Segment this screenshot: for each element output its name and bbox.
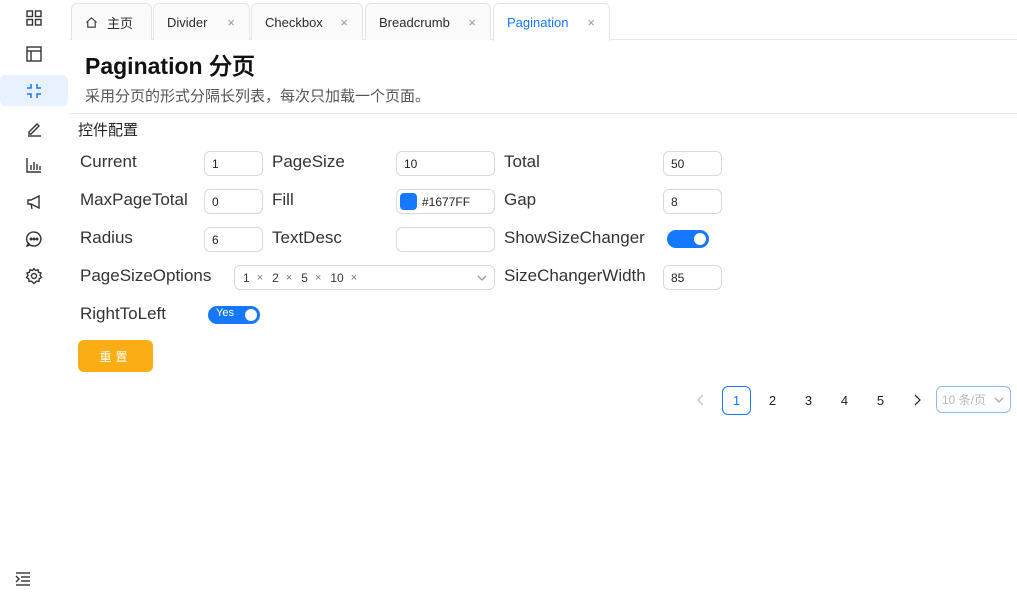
option-tag: 1 × <box>243 271 263 285</box>
chevron-right-icon[interactable] <box>910 393 924 407</box>
pagesizeoptions-select[interactable]: 1 × 2 × 5 × 10 × <box>234 265 495 290</box>
textdesc-label: TextDesc <box>272 228 342 247</box>
chevron-left-icon[interactable] <box>694 393 708 407</box>
fill-color-value: #1677FF <box>422 194 471 209</box>
switch-text: Yes <box>216 307 234 319</box>
grid-icon <box>26 9 42 26</box>
tab-home[interactable]: 主页 <box>71 3 152 40</box>
righttoleft-switch[interactable]: Yes <box>208 306 260 324</box>
close-icon[interactable]: × <box>587 15 595 30</box>
fill-color-picker[interactable]: #1677FF <box>396 189 495 214</box>
chevron-down-icon <box>477 275 487 281</box>
close-icon[interactable]: × <box>468 15 476 30</box>
pagesize-label: PageSize <box>272 152 345 171</box>
gear-icon <box>25 266 43 284</box>
pagesize-input[interactable]: 10 <box>396 151 495 176</box>
sidebar <box>0 0 70 598</box>
tag-label: 10 <box>330 270 344 285</box>
sidebar-item-notice[interactable] <box>0 186 68 217</box>
close-icon[interactable]: × <box>227 15 235 30</box>
bar-chart-icon <box>26 157 41 173</box>
page-item[interactable]: 5 <box>866 386 895 415</box>
section-label: 控件配置 <box>78 122 139 139</box>
tag-label: 2 <box>272 270 279 285</box>
total-input[interactable]: 50 <box>663 151 722 176</box>
reset-button[interactable]: 重置 <box>78 340 153 372</box>
tab-checkbox[interactable]: Checkbox × <box>251 3 363 40</box>
sidebar-item-navigation[interactable] <box>0 75 68 106</box>
showsizechanger-switch[interactable] <box>667 230 709 248</box>
gap-label: Gap <box>504 190 537 209</box>
current-input[interactable]: 1 <box>204 151 263 176</box>
sidebar-item-chart[interactable] <box>0 149 68 180</box>
tag-label: 5 <box>301 270 308 285</box>
tab-bar: 主页 Divider × Checkbox × Breadcrumb × Pag… <box>70 0 1017 41</box>
chevron-down-icon <box>994 397 1004 403</box>
switch-knob <box>245 309 257 321</box>
option-tag: 10 × <box>330 271 357 285</box>
tab-divider[interactable]: Divider × <box>153 3 250 40</box>
radius-label: Radius <box>80 228 133 247</box>
edit-icon <box>28 122 41 137</box>
page-item[interactable]: 3 <box>794 386 823 415</box>
color-swatch <box>400 193 417 210</box>
home-icon <box>86 16 97 28</box>
chat-icon <box>25 230 42 247</box>
page-size-value: 10 条/页 <box>942 393 987 407</box>
page-item[interactable]: 4 <box>830 386 859 415</box>
total-label: Total <box>504 152 540 171</box>
tab-label: Divider <box>167 14 208 30</box>
sidebar-item-layout[interactable] <box>0 38 68 69</box>
sidebar-item-settings[interactable] <box>0 260 68 291</box>
textdesc-input[interactable] <box>396 227 495 252</box>
radius-input[interactable]: 6 <box>204 227 263 252</box>
current-label: Current <box>80 152 137 171</box>
page-title: Pagination 分页 <box>85 53 255 79</box>
sidebar-item-dashboard[interactable] <box>0 2 68 33</box>
sidebar-item-form[interactable] <box>0 112 68 143</box>
page-item[interactable]: 2 <box>758 386 787 415</box>
close-icon[interactable]: × <box>286 272 292 284</box>
sidebar-item-feedback[interactable] <box>0 223 68 254</box>
sizechangerwidth-label: SizeChangerWidth <box>504 266 646 285</box>
showsizechanger-label: ShowSizeChanger <box>504 228 645 247</box>
close-icon[interactable]: × <box>315 272 321 284</box>
pagesizeoptions-label: PageSizeOptions <box>80 266 212 285</box>
close-icon[interactable]: × <box>257 272 263 284</box>
fill-label: Fill <box>272 190 294 209</box>
compress-icon <box>27 83 41 98</box>
tab-pagination[interactable]: Pagination × <box>493 3 610 41</box>
page-size-select[interactable]: 10 条/页 <box>936 386 1011 413</box>
megaphone-icon <box>27 194 40 209</box>
page-item[interactable]: 1 <box>722 386 751 415</box>
tab-label: 主页 <box>107 15 134 31</box>
option-tag: 2 × <box>272 271 292 285</box>
righttoleft-label: RightToLeft <box>80 304 166 323</box>
divider <box>70 113 1017 114</box>
tab-label: Pagination <box>507 15 569 30</box>
tag-label: 1 <box>243 270 250 285</box>
maxpagetotal-label: MaxPageTotal <box>80 190 188 209</box>
maxpagetotal-input[interactable]: 0 <box>204 189 263 214</box>
switch-knob <box>694 233 706 245</box>
sizechangerwidth-input[interactable]: 85 <box>663 265 722 290</box>
tab-label: Breadcrumb <box>379 14 450 30</box>
close-icon[interactable]: × <box>351 272 357 284</box>
page-description: 采用分页的形式分隔长列表，每次只加载一个页面。 <box>85 88 431 105</box>
option-tag: 5 × <box>301 271 321 285</box>
tab-breadcrumb[interactable]: Breadcrumb × <box>365 3 491 40</box>
menu-fold-icon[interactable] <box>14 570 32 588</box>
layout-icon <box>26 45 42 62</box>
close-icon[interactable]: × <box>340 15 348 30</box>
tab-label: Checkbox <box>265 14 323 30</box>
gap-input[interactable]: 8 <box>663 189 722 214</box>
